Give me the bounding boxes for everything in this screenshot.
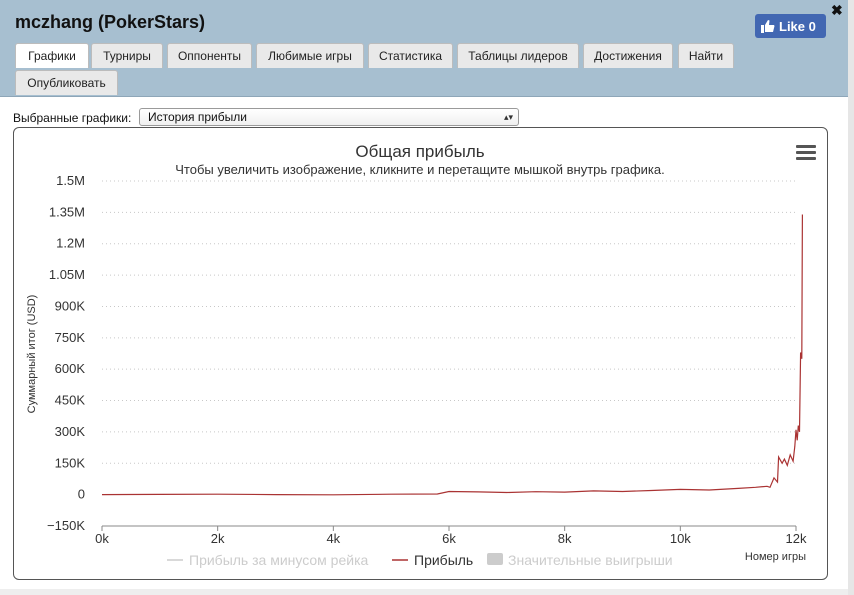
profit-chart[interactable]: Общая прибыльЧтобы увеличить изображение… — [14, 128, 827, 579]
tab-2[interactable]: Оппоненты — [167, 43, 252, 68]
x-tick-label-2: 4k — [326, 531, 340, 546]
chart-selector-dropdown[interactable]: История прибыли ▴▾ — [139, 108, 519, 126]
y-tick-label-9: 150K — [55, 455, 86, 470]
x-axis-label: Номер игры — [745, 551, 806, 563]
legend-label-1: Прибыль — [414, 552, 473, 568]
chart-selector-value: История прибыли — [148, 110, 247, 124]
bottom-edge — [0, 589, 848, 595]
x-tick-label-4: 8k — [558, 531, 572, 546]
tab-0[interactable]: Графики — [15, 43, 89, 68]
tab-3[interactable]: Любимые игры — [256, 43, 364, 68]
y-tick-label-2: 1.2M — [56, 236, 85, 251]
chart-subtitle: Чтобы увеличить изображение, кликните и … — [175, 162, 664, 177]
tab-8[interactable]: Опубликовать — [15, 70, 118, 95]
x-tick-label-1: 2k — [211, 531, 225, 546]
y-tick-label-7: 450K — [55, 393, 86, 408]
close-icon[interactable]: ✖ — [831, 2, 843, 19]
chart-selector-label: Выбранные графики: — [13, 111, 132, 125]
window-header: mczhang (PokerStars) Like 0 Графики Турни… — [0, 0, 848, 97]
tab-5[interactable]: Таблицы лидеров — [457, 43, 579, 68]
tab-6[interactable]: Достижения — [583, 43, 673, 68]
y-tick-label-6: 600K — [55, 361, 86, 376]
x-tick-label-3: 6k — [442, 531, 456, 546]
y-tick-label-10: 0 — [78, 487, 85, 502]
y-tick-label-1: 1.35M — [49, 204, 85, 219]
legend-symbol-2 — [487, 553, 503, 565]
tab-4[interactable]: Статистика — [368, 43, 453, 68]
scrollbar[interactable] — [848, 0, 854, 595]
x-tick-label-5: 10k — [670, 531, 691, 546]
facebook-like-label: Like 0 — [779, 18, 816, 34]
y-tick-label-8: 300K — [55, 424, 86, 439]
y-tick-label-5: 750K — [55, 330, 86, 345]
thumbs-up-icon — [761, 20, 775, 33]
chart-title: Общая прибыль — [355, 142, 484, 161]
legend-label-2: Значительные выигрыши — [508, 552, 673, 568]
tab-7[interactable]: Найти — [678, 43, 734, 68]
hamburger-menu-icon[interactable] — [796, 145, 816, 160]
series-line-0 — [101, 214, 804, 496]
y-axis-label: Суммарный итог (USD) — [26, 295, 38, 414]
y-tick-label-4: 900K — [55, 298, 86, 313]
facebook-like-button[interactable]: Like 0 — [755, 14, 826, 38]
legend-label-0: Прибыль за минусом рейка — [189, 552, 369, 568]
x-tick-label-6: 12k — [786, 531, 807, 546]
window-title: mczhang (PokerStars) — [15, 12, 206, 32]
dropdown-arrow-icon: ▴▾ — [503, 112, 513, 122]
y-tick-label-3: 1.05M — [49, 267, 85, 282]
tab-1[interactable]: Турниры — [91, 43, 163, 68]
y-tick-label-11: −150K — [47, 518, 85, 533]
y-tick-label-0: 1.5M — [56, 173, 85, 188]
chart-panel: Общая прибыль Чтобы увеличить изображение… — [13, 127, 828, 580]
x-tick-label-0: 0k — [95, 531, 109, 546]
